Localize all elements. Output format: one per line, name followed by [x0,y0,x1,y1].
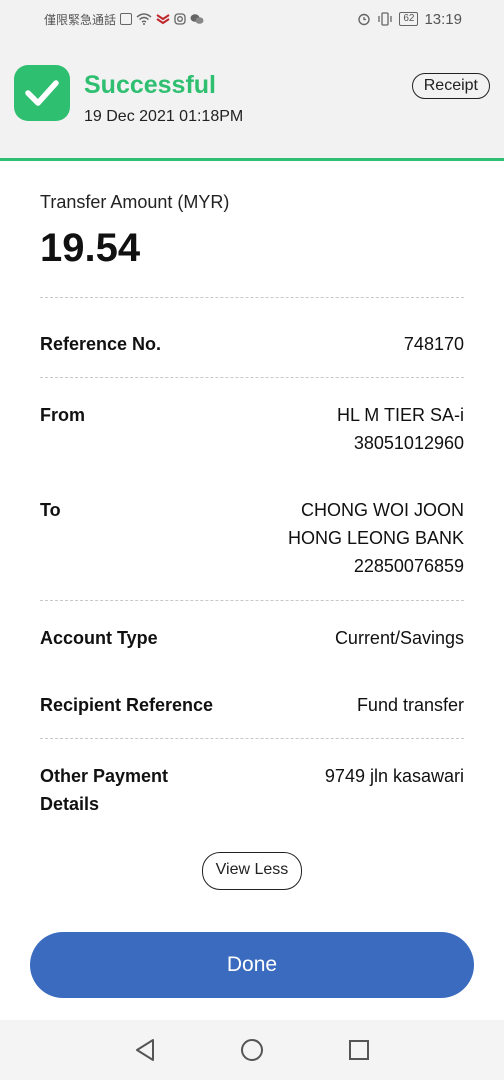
home-icon[interactable] [240,1038,264,1062]
status-title: Successful [84,71,217,99]
divider [40,297,464,298]
divider [40,377,464,378]
other-payment-label-line1: Other Payment [40,766,169,786]
amount-value: 19.54 [40,226,141,270]
success-check-icon [14,65,70,121]
account-type-label: Account Type [40,628,158,648]
sim-icon [120,13,133,25]
to-value: CHONG WOI JOON HONG LEONG BANK 228500768… [288,496,464,580]
from-value: HL M TIER SA-i 38051012960 [337,401,464,457]
divider [40,600,464,601]
receipt-button[interactable]: Receipt [411,73,490,99]
recents-icon[interactable] [348,1039,370,1061]
wifi-icon [136,13,152,25]
recipient-reference-value: Fund transfer [356,695,464,715]
wechat-icon [190,14,204,24]
from-label: From [40,405,85,425]
recipient-name: CHONG WOI JOON [301,500,464,520]
other-payment-value: 9749 jln kasawari [324,766,464,786]
vibrate-icon [378,12,392,26]
account-type-value: Current/Savings [334,628,464,648]
result-header: Successful 19 Dec 2021 01:18PM Receipt [0,38,504,161]
back-icon[interactable] [134,1038,156,1062]
from-account-name: HL M TIER SA-i [336,405,464,425]
other-payment-label-line2: Details [40,794,100,814]
carrier-text: 僅限緊急通話 [44,12,117,27]
to-label: To [40,500,61,520]
amount-label: Transfer Amount (MYR) [40,192,230,212]
status-bar: 僅限緊急通話 62 13:19 [0,0,504,38]
status-bar-left: 僅限緊急通話 [0,11,204,28]
divider [40,738,464,739]
alarm-icon [358,13,371,26]
instagram-icon [174,13,186,25]
system-nav-bar [0,1020,504,1080]
status-bar-right: 62 13:19 [357,11,504,28]
clock-time: 13:19 [424,10,462,28]
recipient-reference-label: Recipient Reference [40,695,214,715]
battery-icon: 62 [399,12,419,26]
from-account-number: 38051012960 [353,433,464,453]
bank-app-icon [156,14,170,25]
reference-value: 748170 [403,334,464,354]
transaction-datetime: 19 Dec 2021 01:18PM [84,108,244,125]
view-less-button[interactable]: View Less [202,852,302,890]
reference-label: Reference No. [40,334,162,354]
other-payment-label: Other Payment Details [40,762,168,818]
done-button[interactable]: Done [30,932,474,998]
recipient-account-number: 22850076859 [353,556,464,576]
recipient-bank: HONG LEONG BANK [287,528,464,548]
